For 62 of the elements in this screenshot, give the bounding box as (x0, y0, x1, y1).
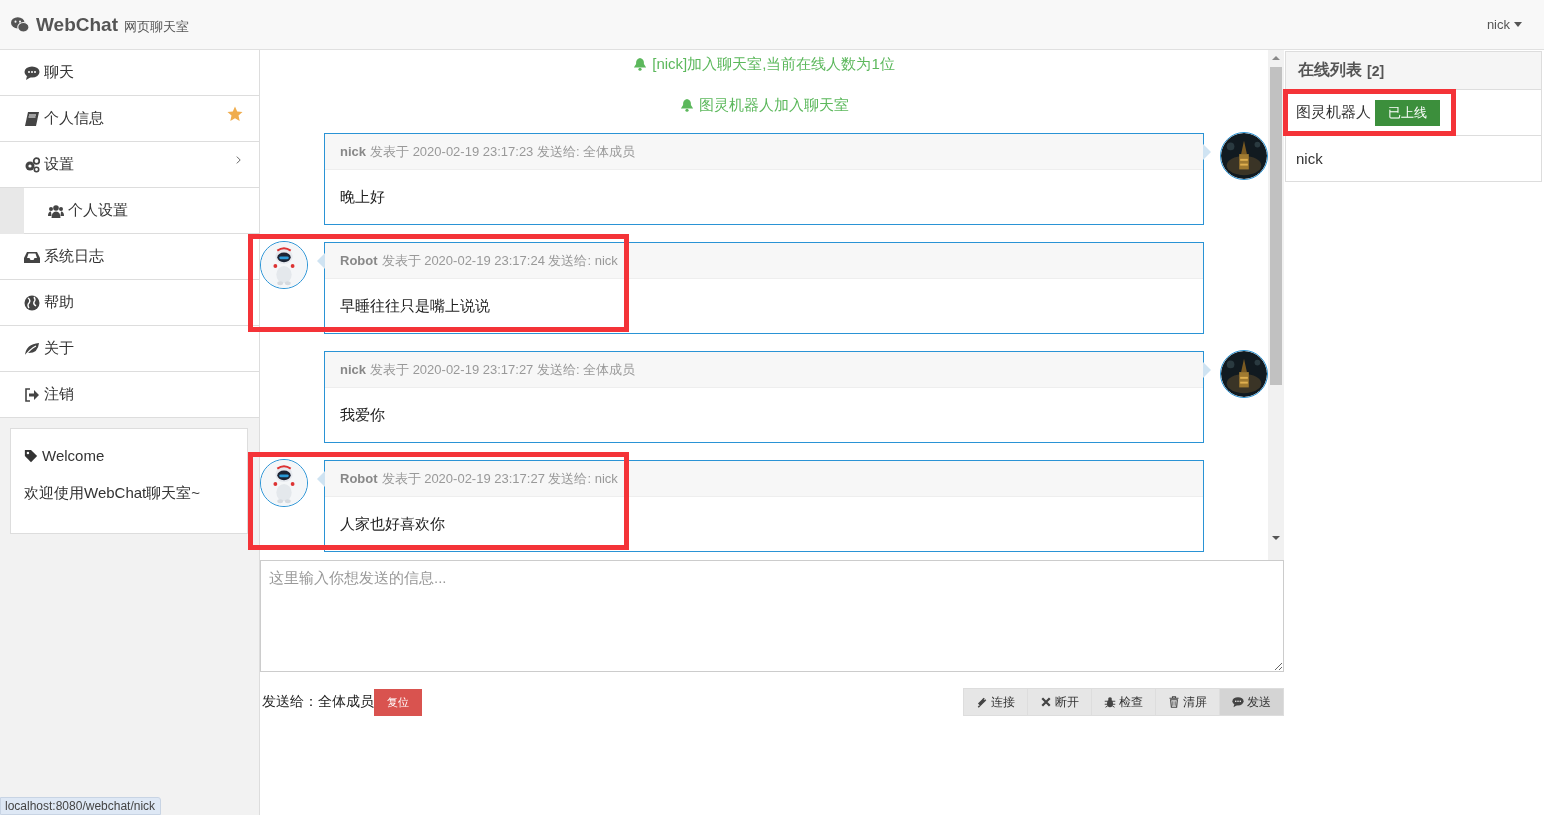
speech-bubble-icon (1232, 696, 1244, 708)
tag-icon (24, 448, 38, 463)
status-badge: 已上线 (1375, 99, 1440, 126)
app-logo[interactable]: WebChat (36, 13, 118, 36)
online-count: [2] (1367, 62, 1385, 79)
user-name: 图灵机器人 (1296, 103, 1371, 122)
trash-icon (1168, 696, 1180, 708)
sidebar-item[interactable]: 聊天 (0, 50, 259, 96)
panel-title: Welcome (42, 447, 105, 464)
user-name: nick (1296, 150, 1323, 167)
user-menu[interactable]: nick (1486, 17, 1522, 32)
message-meta: 发表于 2020-02-19 23:17:27 发送给: 全体成员 (370, 360, 636, 379)
gears-icon (24, 156, 40, 173)
system-notice: [nick]加入聊天室,当前在线人数为1位 (652, 54, 895, 74)
toolbar-button[interactable]: 连接 (963, 688, 1028, 716)
app-subtitle: 网页聊天室 (124, 17, 189, 36)
caret-icon (1514, 22, 1522, 27)
message-text: 人家也好喜欢你 (339, 514, 446, 534)
message-input[interactable]: 这里输入你想发送的信息... (260, 560, 1284, 672)
welcome-text: 欢迎使用WebChat聊天室~ (24, 484, 201, 503)
chat-logo-icon (10, 15, 30, 34)
message-meta: 发表于 2020-02-19 23:17:24 发送给: nick (381, 251, 618, 270)
sender-name: nick (340, 362, 366, 377)
recipient-label: 发送给：全体成员 (261, 693, 374, 711)
reset-button[interactable]: 复位 (374, 688, 422, 716)
sender-name: nick (340, 144, 366, 159)
message-text: 晚上好 (339, 187, 386, 207)
toolbar-button[interactable]: 发送 (1220, 688, 1284, 716)
bug-icon (1104, 696, 1116, 708)
sidebar-item[interactable]: 个人信息 (0, 96, 259, 142)
toolbar-button[interactable]: 断开 (1028, 688, 1092, 716)
users-icon (48, 202, 64, 219)
leaf-icon (24, 340, 40, 357)
status-url: localhost:8080/webchat/nick (0, 797, 162, 815)
panel-title: 在线列表 (1298, 60, 1362, 80)
bell-icon (633, 57, 648, 71)
message-text: 我爱你 (339, 405, 386, 425)
user-item[interactable]: nick (1286, 136, 1541, 182)
sidebar-item[interactable]: 个人设置 (24, 188, 259, 234)
user-item[interactable]: 图灵机器人 已上线 (1286, 90, 1541, 136)
message-meta: 发表于 2020-02-19 23:17:27 发送给: nick (381, 469, 618, 488)
close-icon (1040, 696, 1052, 708)
exit-icon (24, 386, 40, 403)
sidebar-item[interactable]: 注销 (0, 372, 259, 418)
globe-icon (24, 294, 40, 311)
speech-bubble-icon (24, 64, 40, 81)
sidebar-item[interactable]: 系统日志 (0, 234, 259, 280)
bell-icon (679, 98, 694, 112)
message-text: 早睡往往只是嘴上说说 (339, 296, 491, 316)
message-meta: 发表于 2020-02-19 23:17:23 发送给: 全体成员 (370, 142, 636, 161)
sidebar-item[interactable]: 帮助 (0, 280, 259, 326)
user-name: nick (1486, 17, 1510, 32)
book-icon (24, 110, 40, 127)
toolbar-button[interactable]: 检查 (1092, 688, 1156, 716)
scrollbar[interactable] (1268, 50, 1284, 560)
system-notice: 图灵机器人加入聊天室 (698, 95, 849, 115)
toolbar-button[interactable]: 清屏 (1156, 688, 1220, 716)
sender-name: Robot (340, 471, 378, 486)
sidebar-item[interactable]: 设置 (0, 142, 259, 188)
chevron-icon (234, 154, 243, 166)
sender-name: Robot (340, 253, 378, 268)
sidebar-item[interactable]: 关于 (0, 326, 259, 372)
